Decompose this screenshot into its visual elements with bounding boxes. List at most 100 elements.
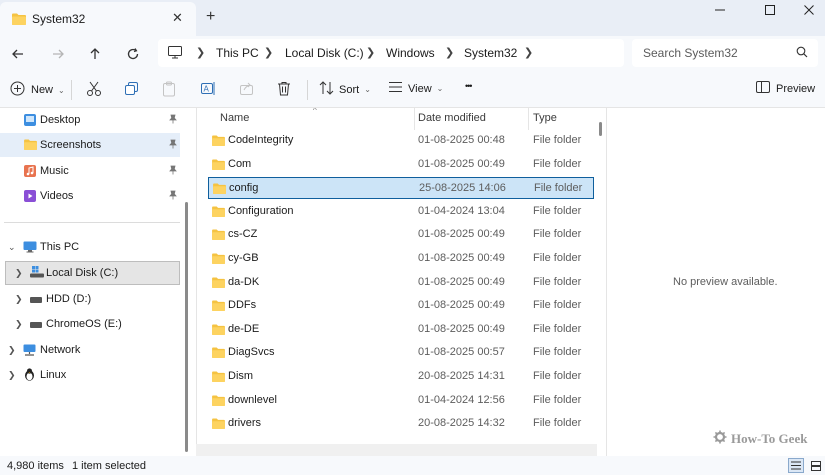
file-row[interactable]: config 25-08-2025 14:06 File folder (208, 177, 594, 200)
file-row[interactable]: Configuration 01-04-2024 13:04 File folder (208, 201, 594, 223)
address-bar[interactable]: ❯ This PC ❯ Local Disk (C:) ❯ Windows ❯ … (158, 39, 624, 67)
folder-icon (212, 395, 225, 409)
sort-icon (319, 81, 334, 98)
breadcrumb-separator-icon[interactable]: ❯ (524, 46, 533, 59)
file-name: Dism (228, 370, 254, 382)
drive-icon (30, 295, 42, 307)
file-name: cs-CZ (228, 228, 258, 241)
tiles-view-icon[interactable] (808, 458, 824, 473)
sort-button[interactable]: Sort ⌄ (319, 81, 371, 98)
file-row[interactable]: cy-GB 01-08-2025 00:49 File folder (208, 248, 594, 270)
file-name: DDFs (228, 299, 257, 312)
network-icon (23, 344, 36, 359)
sidebar-item-videos[interactable]: Videos (0, 184, 180, 208)
pin-icon[interactable] (168, 139, 178, 152)
folder-icon (212, 300, 225, 314)
search-input[interactable]: Search System32 (632, 39, 818, 67)
pin-icon[interactable] (168, 190, 178, 203)
refresh-icon[interactable] (121, 42, 145, 66)
clipboard-icon (162, 81, 176, 100)
column-divider[interactable] (528, 108, 529, 130)
watermark-logo: How-To Geek (713, 430, 807, 448)
sidebar-item-desktop[interactable]: Desktop (0, 108, 180, 132)
new-tab-button[interactable]: + (206, 8, 215, 26)
file-name: downlevel (228, 393, 277, 406)
breadcrumb-this-pc[interactable]: This PC (216, 46, 259, 60)
file-row[interactable]: drivers 20-08-2025 14:32 File folder (208, 413, 594, 435)
view-button[interactable]: View ⌄ (388, 81, 443, 96)
back-icon[interactable] (6, 42, 30, 66)
file-list-scrollbar[interactable] (599, 122, 602, 136)
rename-button[interactable]: A (200, 81, 216, 99)
desktop-icon (24, 114, 36, 129)
tab-system32[interactable]: System32 ✕ (0, 2, 196, 36)
column-divider[interactable] (414, 108, 415, 130)
details-view-icon[interactable] (788, 458, 804, 473)
pin-icon[interactable] (168, 114, 178, 127)
drive-icon (30, 320, 42, 332)
sidebar-item-music[interactable]: Music (0, 159, 180, 183)
sidebar-item-label: Network (40, 344, 81, 356)
share-button[interactable] (239, 81, 254, 99)
search-placeholder: Search System32 (643, 46, 738, 60)
file-row[interactable]: DDFs 01-08-2025 00:49 File folder (208, 295, 594, 317)
chevron-right-icon[interactable]: ❯ (8, 370, 16, 381)
file-row[interactable]: da-DK 01-08-2025 00:49 File folder (208, 272, 594, 294)
folder-icon (212, 347, 225, 361)
folder-icon (212, 206, 225, 220)
more-options-button[interactable]: ••• (465, 81, 473, 91)
chevron-right-icon[interactable]: ❯ (15, 268, 23, 279)
sidebar-item-hdd[interactable]: ❯ HDD (D:) (0, 287, 180, 311)
sidebar-item-this-pc[interactable]: ⌄ This PC (0, 235, 180, 259)
forward-icon[interactable] (46, 42, 70, 66)
delete-button[interactable] (277, 81, 291, 99)
scissors-icon (86, 81, 102, 100)
sort-label: Sort (339, 83, 360, 96)
file-row[interactable]: cs-CZ 01-08-2025 00:49 File folder (208, 224, 594, 246)
folder-icon (212, 159, 225, 173)
tab-title: System32 (32, 12, 86, 26)
file-row[interactable]: Com 01-08-2025 00:49 File folder (208, 154, 594, 176)
sidebar-item-linux[interactable]: ❯ Linux (0, 363, 180, 387)
sidebar-item-screenshots[interactable]: Screenshots (0, 133, 180, 157)
breadcrumb-local-disk[interactable]: Local Disk (C:) (285, 46, 364, 60)
breadcrumb-system32[interactable]: System32 (464, 46, 517, 60)
new-button[interactable]: New ⌄ (10, 81, 65, 99)
preview-button[interactable]: Preview (756, 81, 815, 96)
file-row[interactable]: Dism 20-08-2025 14:31 File folder (208, 366, 594, 388)
close-tab-icon[interactable]: ✕ (172, 10, 183, 26)
paste-button[interactable] (162, 81, 176, 100)
sidebar-item-network[interactable]: ❯ Network (0, 338, 180, 362)
horizontal-scrollbar[interactable] (196, 444, 597, 456)
sidebar-item-local-disk[interactable]: ❯ Local Disk (C:) (5, 261, 180, 285)
folder-icon (212, 135, 225, 149)
breadcrumb-windows[interactable]: Windows (386, 46, 435, 60)
file-date-modified: 20-08-2025 14:32 (418, 417, 505, 430)
file-name: de-DE (228, 322, 260, 335)
close-window-icon[interactable] (803, 4, 815, 19)
sidebar-item-chromeos[interactable]: ❯ ChromeOS (E:) (0, 312, 180, 336)
maximize-icon[interactable] (764, 4, 776, 19)
item-count: 4,980 items (7, 460, 64, 472)
file-row[interactable]: DiagSvcs 01-08-2025 00:57 File folder (208, 342, 594, 364)
file-row[interactable]: downlevel 01-04-2024 12:56 File folder (208, 390, 594, 412)
file-type: File folder (533, 275, 582, 288)
cut-button[interactable] (86, 81, 102, 100)
chevron-right-icon[interactable]: ❯ (15, 319, 23, 330)
view-lines-icon (388, 81, 403, 96)
sidebar-item-label: Videos (40, 190, 74, 202)
minimize-icon[interactable] (714, 4, 726, 19)
chevron-right-icon[interactable]: ❯ (8, 345, 16, 356)
sidebar-item-label: Music (40, 165, 69, 177)
pin-icon[interactable] (168, 165, 178, 178)
file-row[interactable]: CodeIntegrity 01-08-2025 00:48 File folder (208, 130, 594, 152)
file-row[interactable]: de-DE 01-08-2025 00:49 File folder (208, 319, 594, 341)
chevron-down-icon[interactable]: ⌄ (8, 242, 16, 253)
folder-icon (24, 139, 37, 153)
copy-button[interactable] (124, 81, 139, 99)
up-icon[interactable] (83, 42, 107, 66)
chevron-right-icon[interactable]: ❯ (15, 294, 23, 305)
file-type: File folder (533, 322, 582, 335)
file-name: config (229, 182, 259, 195)
navpane-scrollbar[interactable] (185, 202, 188, 452)
